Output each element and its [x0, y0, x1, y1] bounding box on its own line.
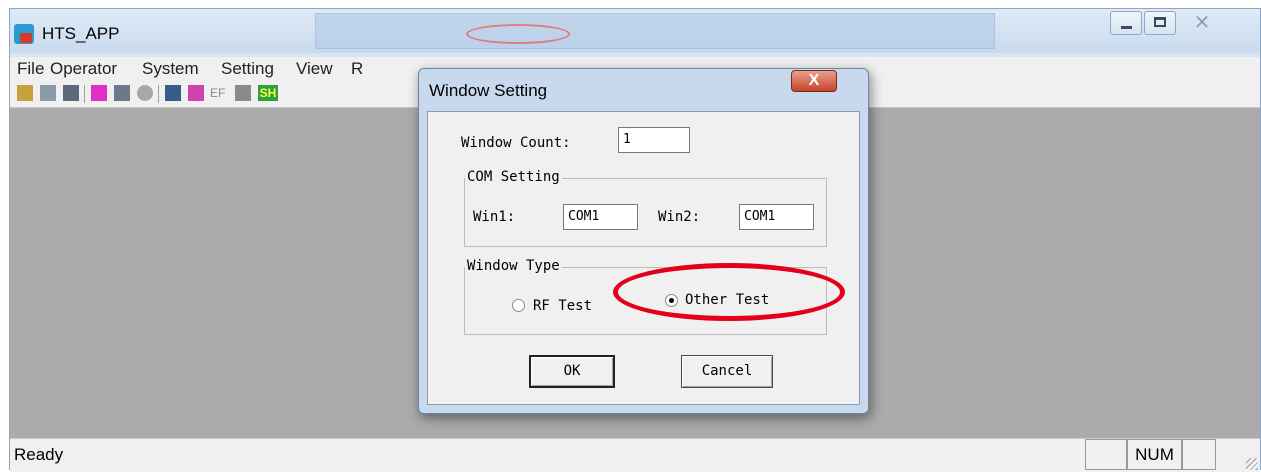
menu-file[interactable]: File — [17, 59, 44, 79]
document-icon[interactable] — [188, 85, 204, 101]
ef-button[interactable]: EF — [210, 85, 230, 101]
dialog-body: Window Count: 1 COM Setting Win1: COM1 W… — [427, 111, 860, 405]
window-type-legend: Window Type — [465, 258, 562, 274]
cancel-button[interactable]: Cancel — [681, 355, 773, 388]
toolbar-separator — [84, 85, 85, 103]
win2-label: Win2: — [658, 209, 701, 225]
config-icon[interactable] — [165, 85, 181, 101]
menu-operator[interactable]: Operator — [50, 59, 117, 79]
image-icon[interactable] — [40, 85, 56, 101]
ok-button[interactable]: OK — [529, 355, 615, 388]
menu-view[interactable]: View — [296, 59, 333, 79]
status-bar: Ready NUM — [10, 438, 1260, 472]
menu-r[interactable]: R — [351, 59, 363, 79]
open-icon[interactable] — [17, 85, 33, 101]
status-pane-empty — [1085, 439, 1127, 470]
save-icon[interactable] — [63, 85, 79, 101]
sh-button[interactable]: SH — [258, 85, 278, 101]
connect-icon[interactable] — [91, 85, 107, 101]
app-title: HTS_APP — [42, 24, 120, 43]
stop-icon[interactable] — [137, 85, 153, 101]
dialog-title: Window Setting — [429, 81, 548, 100]
window-setting-dialog: Window Setting X Window Count: 1 COM Set… — [418, 68, 869, 414]
status-text: Ready — [14, 445, 64, 464]
close-button[interactable]: ⨯ — [1178, 11, 1226, 35]
rf-test-label[interactable]: RF Test — [533, 298, 592, 314]
app-icon — [14, 24, 34, 44]
gray-block-icon[interactable] — [235, 85, 251, 101]
dialog-close-button[interactable]: X — [791, 70, 837, 92]
background-window — [315, 13, 995, 49]
com-setting-legend: COM Setting — [465, 169, 562, 185]
play-icon[interactable] — [114, 85, 130, 101]
title-bar: HTS_APP ⨯ — [10, 9, 1260, 53]
window-count-field[interactable]: 1 — [618, 127, 690, 153]
minimize-button[interactable] — [1110, 11, 1142, 35]
status-num: NUM — [1127, 439, 1182, 470]
toolbar-separator — [158, 85, 159, 103]
win2-field[interactable]: COM1 — [739, 204, 814, 230]
rf-test-radio[interactable] — [512, 299, 525, 312]
maximize-button[interactable] — [1144, 11, 1176, 35]
status-pane-empty — [1182, 439, 1216, 470]
menu-system[interactable]: System — [142, 59, 199, 79]
menu-setting[interactable]: Setting — [221, 59, 274, 79]
resize-grip[interactable] — [1246, 458, 1258, 470]
com-setting-group: COM Setting Win1: COM1 Win2: COM1 — [464, 169, 827, 247]
win1-field[interactable]: COM1 — [563, 204, 638, 230]
annotation-highlight-ellipse — [613, 263, 845, 321]
win1-label: Win1: — [473, 209, 516, 225]
window-count-label: Window Count: — [461, 135, 571, 151]
